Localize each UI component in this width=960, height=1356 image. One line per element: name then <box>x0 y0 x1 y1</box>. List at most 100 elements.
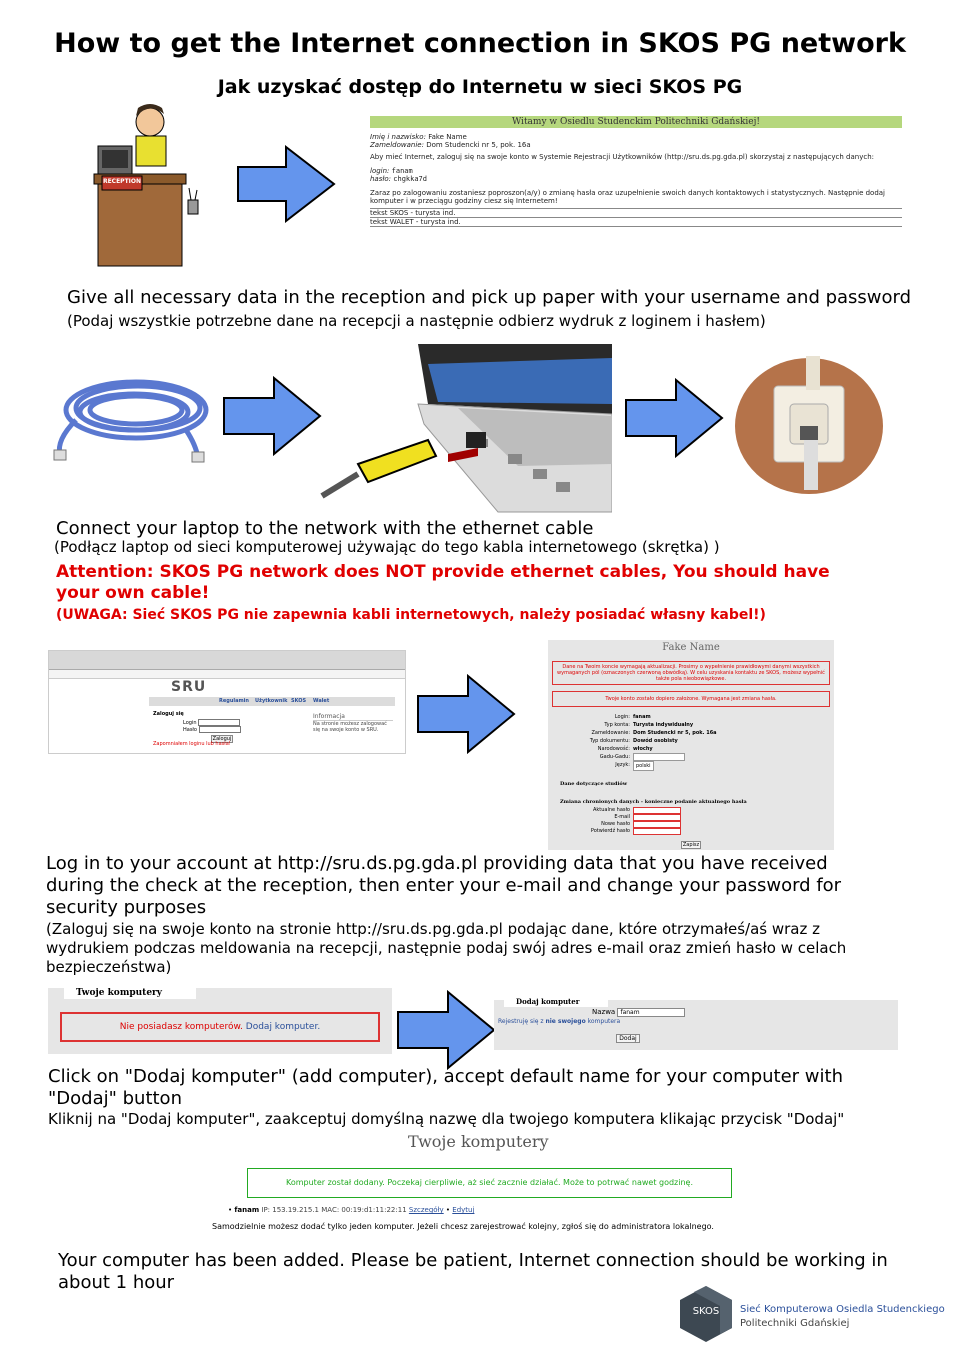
computer-name-input[interactable]: fanam <box>617 1008 686 1017</box>
studies-heading: Dane dotyczące studiów <box>560 781 628 787</box>
arrow-icon <box>222 376 322 456</box>
confirm-password-input[interactable] <box>633 828 681 835</box>
profile-alert-2: Twoje konto zostało dopiero założone. Wy… <box>552 691 830 707</box>
warning-pl: (UWAGA: Sieć SKOS PG nie zapewnia kabli … <box>56 607 766 623</box>
step1-text-pl: (Podaj wszystkie potrzebne dane na recep… <box>67 312 766 330</box>
computer-note: Samodzielnie możesz dodać tylko jeden ko… <box>212 1222 714 1231</box>
login-paper: Witamy w Osiedlu Studenckim Politechniki… <box>370 116 902 256</box>
sru-login-screenshot: SRU Regulamin Użytkownik SKOS Walet Zalo… <box>48 650 406 754</box>
field-label: Narodowość: <box>597 746 630 752</box>
your-computers-heading: Twoje komputery <box>408 1132 549 1151</box>
current-password-input[interactable] <box>633 807 681 814</box>
field-label: Gadu-Gadu: <box>599 754 630 760</box>
step5-text-en: Your computer has been added. Please be … <box>58 1250 888 1293</box>
sru-logo: SRU <box>171 679 207 695</box>
computer-entry-ip: IP: 153.19.215.1 <box>261 1206 320 1214</box>
profile-alert-1: Dane na Twoim koncie wymagają aktualizac… <box>552 661 830 685</box>
field-value: fanam <box>633 714 651 720</box>
org-name-line-2: Politechniki Gdańskiej <box>740 1318 850 1329</box>
paper-after: Zaraz po zalogowaniu zostaniesz poproszo… <box>370 189 886 205</box>
field-value: Dowód osobisty <box>633 738 678 744</box>
field-label: Login: <box>614 714 630 720</box>
language-select[interactable]: polski <box>633 761 654 771</box>
password-heading: Zmiana chronionych danych - konieczne po… <box>560 799 747 805</box>
register-bold: nie swojego <box>545 1018 586 1025</box>
computer-added-message: Komputer został dodany. Poczekaj cierpli… <box>247 1168 732 1198</box>
computers-tab[interactable]: Twoje komputery <box>64 987 196 999</box>
paper-password-label: hasło: <box>370 175 392 183</box>
add-computer-link[interactable]: Dodaj komputer. <box>246 1022 320 1032</box>
ethernet-cable-icon <box>46 360 216 469</box>
skos-logo: SKOS <box>676 1284 736 1348</box>
arrow-icon <box>396 990 496 1070</box>
paper-header: Witamy w Osiedlu Studenckim Politechniki… <box>370 116 902 128</box>
reception-illustration: RECEPTION <box>88 100 208 270</box>
warning-en: Attention: SKOS PG network does NOT prov… <box>56 562 830 603</box>
computer-entry: • fanam IP: 153.19.215.1 MAC: 00:19:d1:1… <box>228 1206 475 1214</box>
page-title: How to get the Internet connection in SK… <box>54 28 906 59</box>
reception-sign: RECEPTION <box>102 178 142 185</box>
field-value: włochy <box>633 746 653 752</box>
step4-text-pl: Kliknij na "Dodaj komputer", zaakceptuj … <box>48 1110 845 1128</box>
save-button[interactable]: Zapisz <box>681 841 701 849</box>
field-label: Zameldowanie: <box>591 730 630 736</box>
nav-item-regulamin[interactable]: Regulamin <box>219 698 249 704</box>
sru-profile-screenshot: Fake Name Dane na Twoim koncie wymagają … <box>548 640 834 850</box>
add-computer-tab[interactable]: Dodaj komputer <box>504 996 608 1007</box>
info-heading: Informacja <box>313 713 393 721</box>
edit-link[interactable]: Edytuj <box>452 1206 474 1214</box>
register-suffix: komputera <box>587 1018 621 1025</box>
profile-name: Fake Name <box>662 642 720 653</box>
forgot-link[interactable]: Zapomniałem loginu lub hasła! <box>153 741 231 747</box>
field-label: Typ dokumentu: <box>589 738 630 744</box>
no-computers-text: Nie posiadasz komputerów. <box>119 1022 243 1032</box>
skos-logo-text: SKOS <box>692 1306 720 1317</box>
password-field-label: E-mail <box>614 814 630 820</box>
nav-item-skos[interactable]: SKOS <box>291 698 306 704</box>
arrow-icon <box>624 378 724 458</box>
step3-text-en: Log in to your account at http://sru.ds.… <box>46 853 842 918</box>
password-field-label: Potwierdź hasło <box>590 828 630 834</box>
register-prefix: Rejestruję się z <box>498 1018 544 1025</box>
paper-line-2: tekst WALET - turysta ind. <box>370 217 902 227</box>
gadu-input[interactable] <box>633 753 685 761</box>
paper-address-value: Dom Studencki nr 5, pok. 16a <box>426 141 531 149</box>
add-button[interactable]: Dodaj <box>616 1034 640 1043</box>
details-link[interactable]: Szczegóły <box>409 1206 444 1214</box>
wall-socket-icon <box>734 356 884 500</box>
nav-item-walet[interactable]: Walet <box>313 698 329 704</box>
new-password-input[interactable] <box>633 821 681 828</box>
email-input[interactable] <box>633 814 681 821</box>
computers-screenshot: Twoje komputery Nie posiadasz komputerów… <box>48 987 392 1054</box>
paper-line-1: tekst SKOS - turysta ind. <box>370 208 902 217</box>
paper-login-label: login: <box>370 167 390 175</box>
sru-nav: Regulamin Użytkownik SKOS Walet <box>149 697 395 706</box>
add-computer-screenshot: Dodaj komputer Nazwa fanam Rejestruję si… <box>494 996 898 1050</box>
login-heading: Zaloguj się <box>153 711 184 717</box>
login-input[interactable] <box>198 719 241 726</box>
computer-name-label: Nazwa <box>592 1008 616 1016</box>
paper-info: Aby mieć Internet, zaloguj się na swoje … <box>370 153 874 161</box>
info-text: Na stronie możesz zalogować się na swoje… <box>313 721 387 733</box>
step2-text-pl: (Podłącz laptop od sieci komputerowej uż… <box>54 538 720 556</box>
paper-name-label: Imię i nazwisko: <box>370 133 426 141</box>
password-input[interactable] <box>198 726 241 733</box>
step3-text-pl: (Zaloguj się na swoje konto na stronie h… <box>46 920 847 976</box>
arrow-icon <box>416 674 516 754</box>
step4-text-en: Click on "Dodaj komputer" (add computer)… <box>48 1066 843 1109</box>
computer-entry-name: fanam <box>234 1206 260 1214</box>
nav-item-uzytkownik[interactable]: Użytkownik <box>255 698 287 704</box>
field-label: Typ konta: <box>604 722 630 728</box>
step1-text-en: Give all necessary data in the reception… <box>67 287 912 308</box>
password-label: Hasło <box>183 727 197 733</box>
computer-entry-mac: MAC: 00:19:d1:11:22:11 <box>321 1206 407 1214</box>
field-label: Język: <box>615 762 630 768</box>
field-value: Turysta indywidualny <box>633 722 694 728</box>
laptop-illustration <box>318 344 613 518</box>
org-name-line-1: Sieć Komputerowa Osiedla Studenckiego <box>740 1304 945 1315</box>
step2-text-en: Connect your laptop to the network with … <box>56 518 594 539</box>
paper-address-label: Zameldowanie: <box>370 141 424 149</box>
paper-login-value: fanam <box>391 167 413 175</box>
field-value: Dom Studencki nr 5, pok. 16a <box>633 730 717 736</box>
arrow-icon <box>236 145 336 223</box>
